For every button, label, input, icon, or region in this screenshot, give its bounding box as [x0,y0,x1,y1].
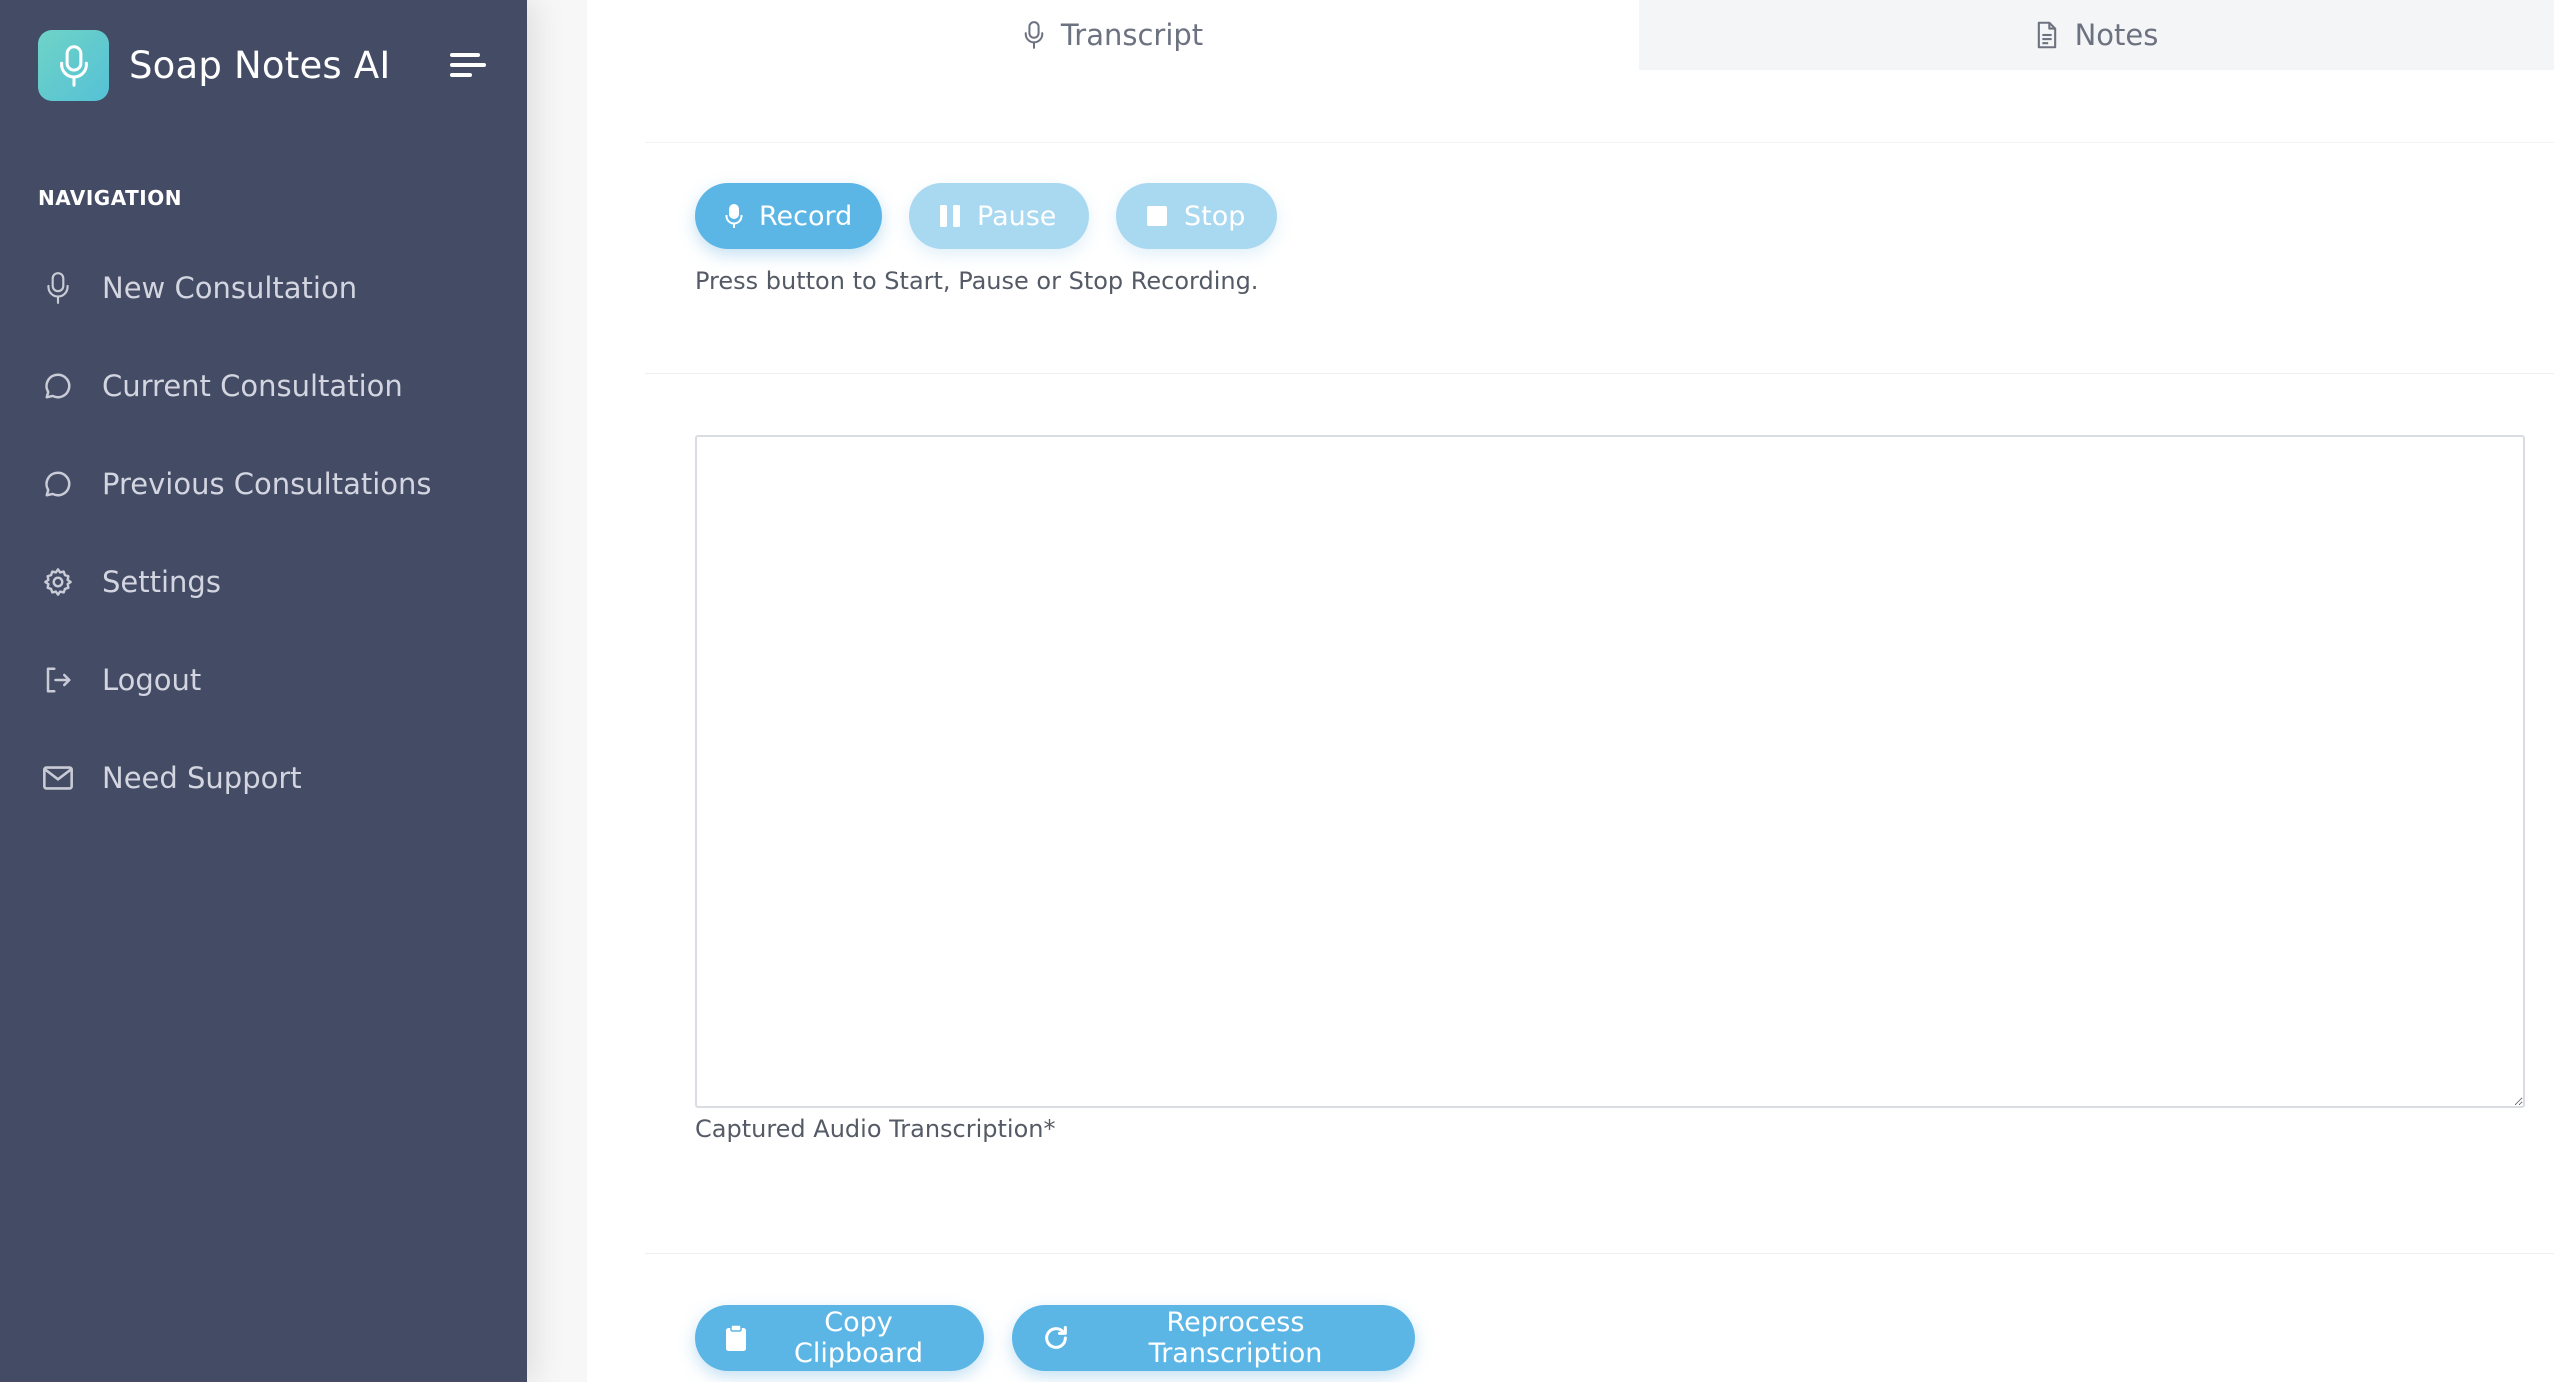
sidebar-item-label: Need Support [102,761,302,795]
document-icon [2035,21,2059,49]
microphone-icon [59,44,88,87]
transcription-label: Captured Audio Transcription* [695,1115,1056,1143]
microphone-icon [725,203,743,229]
recorder-hint: Press button to Start, Pause or Stop Rec… [695,267,1259,295]
transcript-actions: Copy Clipboard Reprocess Transcription [695,1305,1415,1371]
tab-transcript[interactable]: Transcript [587,0,1639,70]
chat-bubble-icon [38,366,78,406]
copy-clipboard-label: Copy Clipboard [794,1307,923,1369]
copy-clipboard-button[interactable]: Copy Clipboard [695,1305,984,1371]
brand: Soap Notes AI [38,30,391,101]
reprocess-transcription-button[interactable]: Reprocess Transcription [1012,1305,1415,1371]
app-title: Soap Notes AI [129,44,391,87]
tab-label: Notes [2074,18,2159,52]
mail-icon [38,758,78,798]
stop-label: Stop [1184,200,1246,232]
logout-icon [38,660,78,700]
stop-button[interactable]: Stop [1116,183,1277,249]
sidebar-item-label: Previous Consultations [102,467,432,501]
sidebar-item-settings[interactable]: Settings [0,533,527,631]
menu-toggle-button[interactable] [448,48,488,82]
sidebar-item-logout[interactable]: Logout [0,631,527,729]
clipboard-icon [725,1324,747,1352]
refresh-icon [1042,1324,1070,1352]
record-button[interactable]: Record [695,183,882,249]
chat-bubble-icon [38,464,78,504]
sidebar-item-label: Settings [102,565,221,599]
pause-label: Pause [977,200,1057,232]
reprocess-transcription-label: Reprocess Transcription [1148,1307,1323,1369]
record-label: Record [759,200,853,232]
recorder-controls: Record Pause Stop [695,183,1277,249]
divider [645,373,2554,374]
microphone-icon [1023,20,1045,50]
stop-icon [1146,205,1168,227]
pause-icon [939,204,961,228]
sidebar-item-label: Logout [102,663,202,697]
transcription-textarea[interactable] [695,435,2525,1108]
app-logo [38,30,109,101]
gear-icon [38,562,78,602]
sidebar: Soap Notes AI NAVIGATION New Consultatio… [0,0,527,1382]
transcript-panel: Record Pause Stop Press button to Start,… [645,142,2554,1382]
sidebar-item-need-support[interactable]: Need Support [0,729,527,827]
sidebar-item-new-consultation[interactable]: New Consultation [0,239,527,337]
sidebar-item-label: Current Consultation [102,369,403,403]
sidebar-item-current-consultation[interactable]: Current Consultation [0,337,527,435]
menu-toggle-icon [450,53,486,77]
nav-list: New Consultation Current Consultation Pr… [0,239,527,827]
tab-label: Transcript [1060,18,1204,52]
microphone-icon [38,268,78,308]
tab-bar: Transcript Notes [587,0,2554,70]
divider [645,1253,2554,1254]
sidebar-item-label: New Consultation [102,271,358,305]
main-content: Transcript Notes Record Pause Stop Press… [587,0,2554,1382]
pause-button[interactable]: Pause [909,183,1089,249]
nav-heading: NAVIGATION [38,186,182,210]
tab-notes[interactable]: Notes [1639,0,2554,70]
sidebar-item-previous-consultations[interactable]: Previous Consultations [0,435,527,533]
